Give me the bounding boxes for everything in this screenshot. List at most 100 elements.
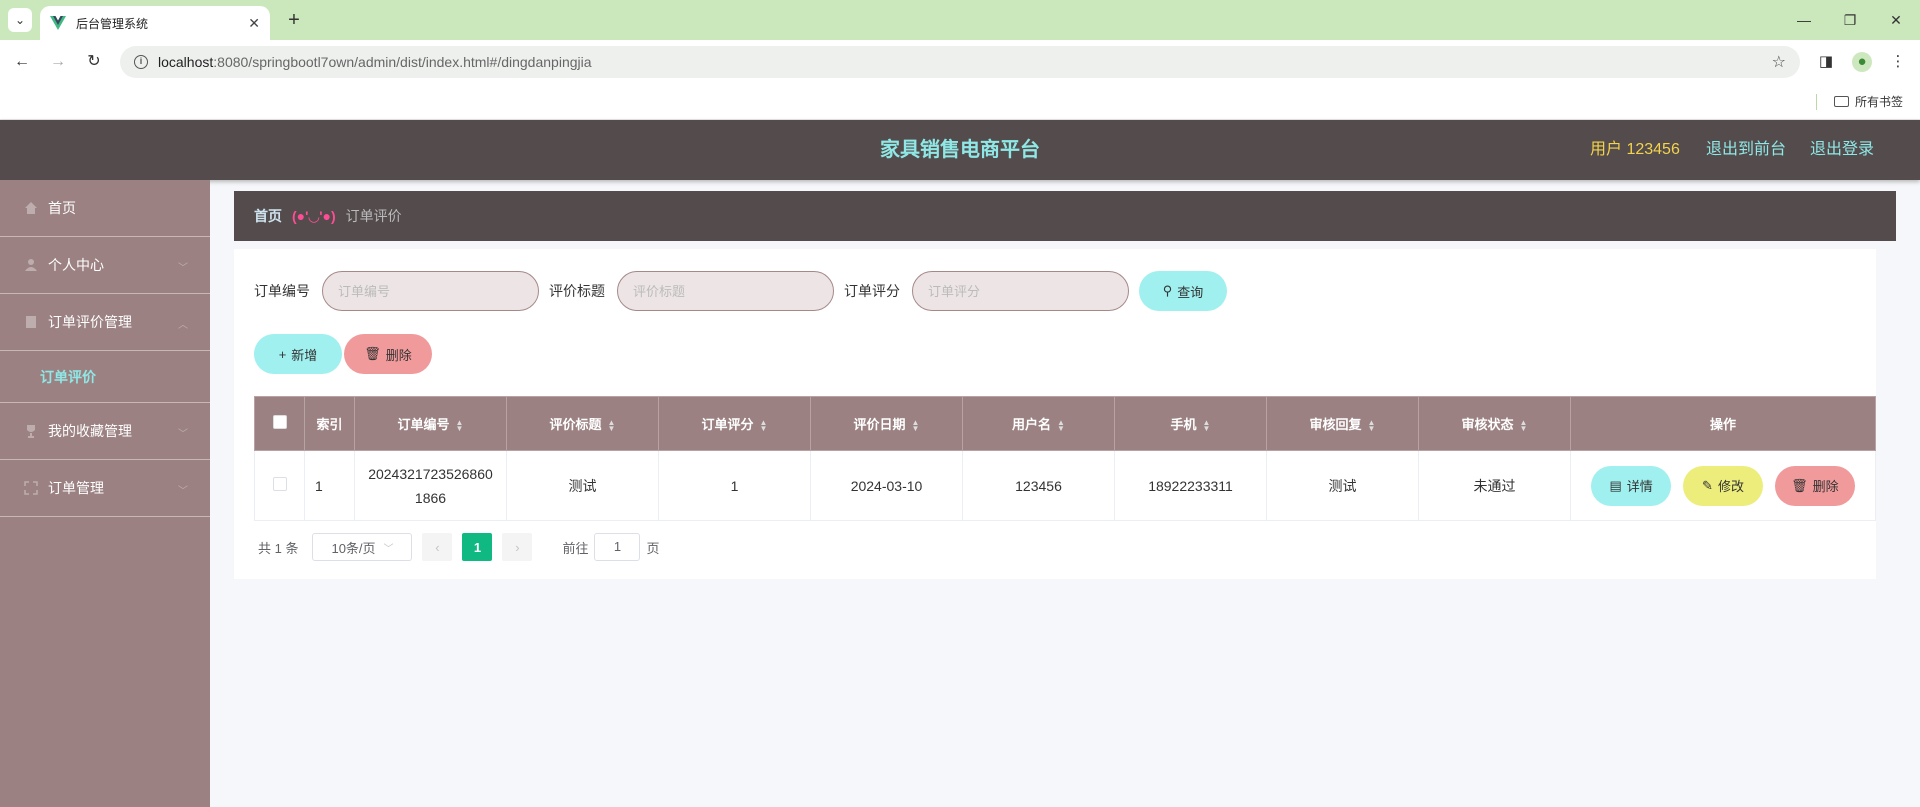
next-page-button[interactable]: › xyxy=(502,533,533,561)
sort-caret-icon[interactable]: ▲ ▼ xyxy=(608,418,616,432)
sidebar-item-favorites-management[interactable]: 我的收藏管理 ﹀ xyxy=(0,403,210,460)
minimize-icon[interactable]: — xyxy=(1786,8,1822,32)
sidebar-item-label: 首页 xyxy=(48,200,76,216)
cell-username: 123456 xyxy=(962,450,1115,521)
header-user: 用户 123456 xyxy=(1590,141,1680,158)
content-panel: 订单编号 评价标题 订单评分 ⚲ 查询 + 新增 🗑 删除 索引 订单编号▲▼ … xyxy=(234,249,1876,579)
detail-button[interactable]: ▤ 详情 xyxy=(1591,465,1672,506)
delete-button[interactable]: 🗑 删除 xyxy=(1774,465,1855,506)
prev-page-button[interactable]: ‹ xyxy=(422,533,453,561)
select-all-checkbox[interactable] xyxy=(272,415,287,429)
col-review-date[interactable]: 评价日期 ▲ ▼ xyxy=(810,396,963,451)
batch-delete-button[interactable]: 🗑 删除 xyxy=(344,334,432,374)
query-button[interactable]: ⚲ 查询 xyxy=(1139,271,1227,311)
back-arrow-icon[interactable]: ← xyxy=(10,50,34,74)
sort-caret-icon[interactable]: ▲ ▼ xyxy=(1368,418,1376,432)
sidebar-item-label: 个人中心 xyxy=(48,257,104,273)
chevron-down-icon: ﹀ xyxy=(383,543,394,555)
breadcrumb: 首页 (●'◡'●) 订单评价 xyxy=(234,191,1896,241)
breadcrumb-separator: (●'◡'●) xyxy=(292,207,336,224)
cell-operations: ▤ 详情 ✎ 修改 🗑 删除 xyxy=(1570,450,1876,521)
cell-review-title: 测试 xyxy=(506,450,659,521)
col-order-no[interactable]: 订单编号 ▲ ▼ xyxy=(354,396,507,451)
user-icon xyxy=(25,259,37,271)
query-button-label: 查询 xyxy=(1177,284,1204,300)
sidebar-item-home[interactable]: 首页 xyxy=(0,180,210,237)
table-header-row: 索引 订单编号 ▲ ▼ 评价标题 ▲ ▼ 订单评分 ▲ ▼ 评价日期 ▲ ▼ 用户名 ▲ ▼ 手机 ▲… xyxy=(254,396,1876,451)
browser-toolbar: ← → ↻ i localhost:8080/springbootl7own/a… xyxy=(0,40,1920,84)
sort-caret-icon[interactable]: ▲ ▼ xyxy=(1203,418,1211,432)
row-checkbox[interactable] xyxy=(272,477,287,491)
profile-avatar-icon[interactable]: ● xyxy=(1852,52,1872,72)
plus-icon: + xyxy=(278,346,287,362)
sort-caret-icon[interactable]: ▲ ▼ xyxy=(456,418,464,432)
review-title-input[interactable] xyxy=(617,271,834,311)
close-window-icon[interactable]: ✕ xyxy=(1878,8,1914,32)
trophy-icon xyxy=(27,425,35,438)
all-bookmarks-label: 所有书签 xyxy=(1855,95,1904,109)
app-header: 家具销售电商平台 用户 123456 退出到前台 退出登录 xyxy=(0,120,1920,180)
tab-title: 后台管理系统 xyxy=(76,16,149,31)
col-username[interactable]: 用户名 ▲ ▼ xyxy=(962,396,1115,451)
order-score-input[interactable] xyxy=(912,271,1129,311)
pencil-icon: ✎ xyxy=(1702,477,1713,493)
row-select-cell xyxy=(254,450,305,521)
new-tab-plus-icon[interactable]: + xyxy=(282,8,306,32)
side-panel-icon[interactable]: ◨ xyxy=(1816,52,1836,72)
chevron-down-icon: ﹀ xyxy=(178,486,188,497)
cell-audit-status: 未通过 xyxy=(1418,450,1571,521)
cell-phone: 18922233311 xyxy=(1114,450,1267,521)
add-button[interactable]: + 新增 xyxy=(254,334,342,374)
forward-arrow-icon[interactable]: → xyxy=(46,50,70,74)
col-audit-status[interactable]: 审核状态 ▲ ▼ xyxy=(1418,396,1571,451)
table-row: 1 2024321723526860 1866 测试 1 2024-03-10 1… xyxy=(254,450,1876,521)
col-audit-reply[interactable]: 审核回复 ▲ ▼ xyxy=(1266,396,1419,451)
edit-button[interactable]: ✎ 修改 xyxy=(1683,465,1763,506)
sidebar-subitem-order-review[interactable]: 订单评价 xyxy=(0,351,210,403)
sort-caret-icon[interactable]: ▲ ▼ xyxy=(1520,418,1528,432)
page-size-select[interactable]: 10条/页 ﹀ xyxy=(312,533,413,561)
folder-icon xyxy=(1834,96,1849,107)
page-number-active[interactable]: 1 xyxy=(462,533,493,561)
vue-logo-icon xyxy=(50,16,66,30)
sidebar-item-personal-center[interactable]: 个人中心 ﹀ xyxy=(0,237,210,294)
goto-page-input[interactable]: 1 xyxy=(594,533,641,561)
col-order-score[interactable]: 订单评分 ▲ ▼ xyxy=(658,396,811,451)
trash-icon: 🗑 xyxy=(364,346,381,361)
url-text[interactable]: localhost:8080/springbootl7own/admin/dis… xyxy=(158,54,1772,70)
site-info-icon[interactable]: i xyxy=(134,55,148,69)
bookmark-star-icon[interactable]: ☆ xyxy=(1772,52,1786,72)
address-bar[interactable]: i localhost:8080/springbootl7own/admin/d… xyxy=(120,46,1800,78)
sidebar-item-order-management[interactable]: 订单管理 ﹀ xyxy=(0,460,210,517)
document-icon: ▤ xyxy=(1609,477,1622,493)
sidebar-item-label: 订单管理 xyxy=(48,480,104,496)
order-no-input[interactable] xyxy=(322,271,539,311)
search-icon: ⚲ xyxy=(1162,283,1173,298)
review-table: 索引 订单编号 ▲ ▼ 评价标题 ▲ ▼ 订单评分 ▲ ▼ 评价日期 ▲ ▼ 用户名 ▲ ▼ 手机 ▲… xyxy=(254,396,1876,521)
order-score-label: 订单评分 xyxy=(844,283,900,299)
all-bookmarks-button[interactable]: 所有书签 xyxy=(1834,93,1903,110)
sort-caret-icon[interactable]: ▲ ▼ xyxy=(1057,418,1065,432)
sidebar-item-review-management[interactable]: 订单评价管理 ︿ xyxy=(0,294,210,351)
col-operations: 操作 xyxy=(1570,396,1876,451)
logout-link[interactable]: 退出登录 xyxy=(1810,120,1874,180)
tab-list-chevron-icon[interactable]: ⌄ xyxy=(8,8,32,32)
sort-caret-icon[interactable]: ▲ ▼ xyxy=(760,418,768,432)
cell-order-score: 1 xyxy=(658,450,811,521)
breadcrumb-home[interactable]: 首页 xyxy=(254,206,282,226)
bookmarks-separator xyxy=(1816,94,1817,110)
exit-to-front-link[interactable]: 退出到前台 xyxy=(1706,120,1786,180)
pagination: 共 1 条 10条/页 ﹀ ‹ 1 › 前往 1 页 xyxy=(258,533,660,561)
close-tab-icon[interactable]: ✕ xyxy=(248,15,260,32)
browser-tab[interactable]: 后台管理系统 ✕ xyxy=(40,6,270,40)
document-icon xyxy=(26,316,36,328)
sort-caret-icon[interactable]: ▲ ▼ xyxy=(912,418,920,432)
chevron-down-icon: ﹀ xyxy=(178,429,188,440)
col-phone[interactable]: 手机 ▲ ▼ xyxy=(1114,396,1267,451)
col-review-title[interactable]: 评价标题 ▲ ▼ xyxy=(506,396,659,451)
reload-icon[interactable]: ↻ xyxy=(82,50,106,74)
restore-icon[interactable]: ❐ xyxy=(1832,8,1868,32)
sidebar-item-label: 我的收藏管理 xyxy=(48,423,132,439)
cell-index: 1 xyxy=(304,450,355,521)
menu-kebab-icon[interactable]: ⋮ xyxy=(1888,52,1908,72)
